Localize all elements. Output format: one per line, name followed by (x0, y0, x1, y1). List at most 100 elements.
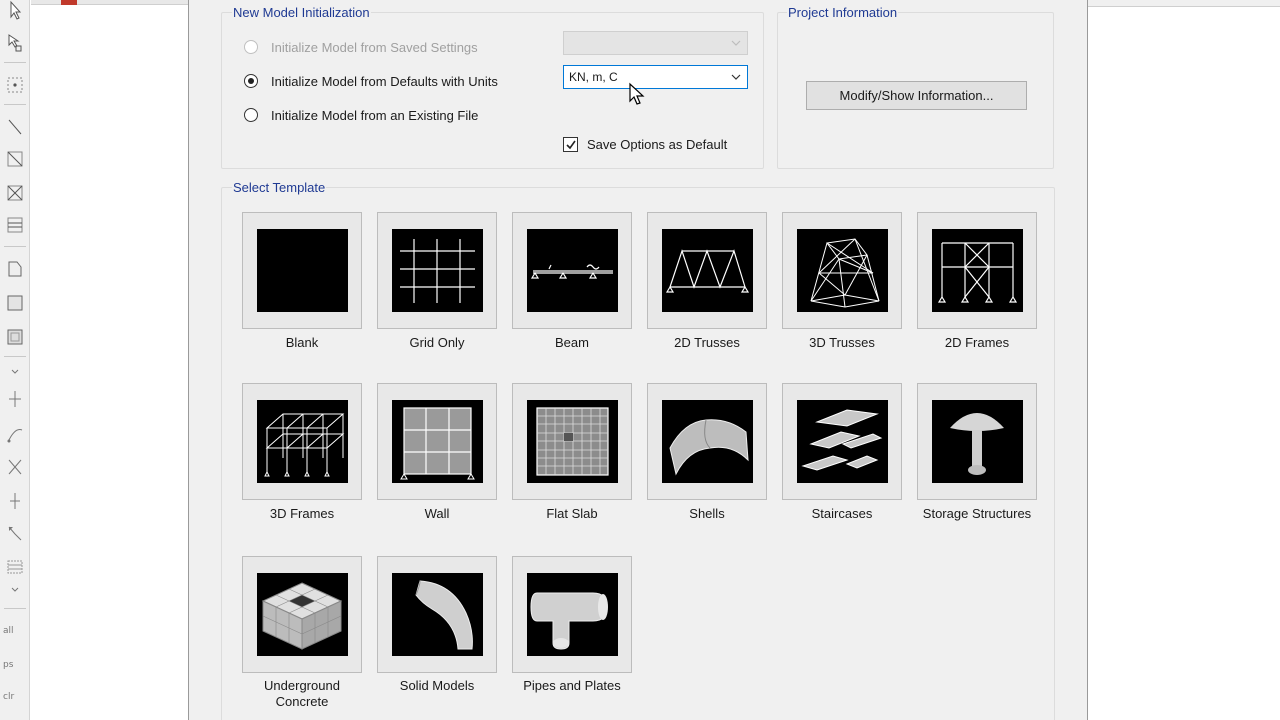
chevron-down-icon (731, 74, 741, 80)
template-label: Grid Only (409, 335, 465, 350)
blank-template-icon (257, 229, 348, 312)
template-label: Staircases (811, 506, 873, 521)
mouse-cursor-icon (629, 82, 645, 105)
combo-value: KN, m, C (569, 70, 618, 84)
template-label: Pipes and Plates (523, 678, 621, 693)
template-label: Solid Models (399, 678, 475, 693)
template-solid-models[interactable] (377, 556, 497, 673)
storage-structures-template-icon (932, 400, 1023, 483)
select-template-title: Select Template (232, 180, 327, 195)
flat-slab-template-icon (527, 400, 618, 483)
draw-secondary-beam-icon[interactable] (5, 214, 25, 236)
template-label: Blank (285, 335, 319, 350)
template-wall[interactable] (377, 383, 497, 500)
draw-section-cut-icon[interactable] (5, 556, 25, 578)
checkmark-icon (566, 140, 576, 150)
pointer-tool-icon[interactable] (5, 0, 25, 22)
save-default-label: Save Options as Default (587, 137, 728, 152)
model-window-left (31, 0, 188, 720)
modify-show-information-button[interactable]: Modify/Show Information... (806, 81, 1027, 110)
quick-draw-area-icon[interactable] (5, 326, 25, 348)
3d-trusses-template-icon (797, 229, 888, 312)
toolbar-separator (4, 608, 26, 609)
radio-existing-file[interactable]: Initialize Model from an Existing File (244, 106, 478, 124)
chevron-down-icon[interactable] (5, 580, 25, 602)
template-staircases[interactable] (782, 383, 902, 500)
3d-frames-template-icon (257, 400, 348, 483)
template-label: Underground Concrete (264, 678, 340, 709)
template-3d-frames[interactable] (242, 383, 362, 500)
underground-concrete-template-icon (257, 573, 348, 656)
pipes-and-plates-template-icon (527, 573, 618, 656)
save-default-checkbox-row[interactable]: Save Options as Default (563, 137, 727, 152)
template-label: Flat Slab (546, 506, 598, 521)
template-label: Storage Structures (922, 506, 1032, 521)
chevron-down-icon[interactable] (5, 362, 25, 384)
saved-settings-combo[interactable] (563, 31, 748, 55)
2d-frames-template-icon (932, 229, 1023, 312)
radio-defaults-with-units[interactable]: Initialize Model from Defaults with Unit… (244, 72, 498, 90)
shells-template-icon (662, 400, 753, 483)
toolbar-separator (4, 246, 26, 247)
template-label: 3D Frames (269, 506, 335, 521)
draw-poly-area-icon[interactable] (5, 258, 25, 280)
template-2d-frames[interactable] (917, 212, 1037, 329)
template-label: Beam (555, 335, 589, 350)
template-label: Shells (689, 506, 725, 521)
new-model-init-title: New Model Initialization (232, 5, 371, 20)
draw-rect-area-icon[interactable] (5, 292, 25, 314)
template-grid-only[interactable] (377, 212, 497, 329)
template-2d-trusses[interactable] (647, 212, 767, 329)
template-label: 2D Frames (944, 335, 1010, 350)
new-model-dialog: New Model Initialization Initialize Mode… (188, 0, 1088, 720)
template-3d-trusses[interactable] (782, 212, 902, 329)
chevron-down-icon (731, 40, 741, 46)
staircases-template-icon (797, 400, 888, 483)
draw-joint-icon[interactable] (5, 74, 25, 96)
template-label: 2D Trusses (674, 335, 740, 350)
wall-template-icon (392, 400, 483, 483)
left-toolbar: all ps clr (0, 0, 30, 720)
draw-solid-icon[interactable] (5, 522, 25, 544)
draw-cross-brace-icon[interactable] (5, 182, 25, 204)
draw-link-icon[interactable] (5, 388, 25, 410)
radio-button[interactable] (244, 108, 258, 122)
project-info-title: Project Information (787, 5, 899, 20)
2d-trusses-template-icon (662, 229, 753, 312)
clear-selection-button[interactable]: clr (3, 692, 14, 702)
radio-label: Initialize Model from Saved Settings (271, 39, 478, 55)
units-combo[interactable]: KN, m, C (563, 65, 748, 89)
save-default-checkbox[interactable] (563, 137, 578, 152)
draw-special-joint-icon[interactable] (5, 456, 25, 478)
template-beam[interactable] (512, 212, 632, 329)
solid-models-template-icon (392, 573, 483, 656)
template-underground-concrete[interactable] (242, 556, 362, 673)
previous-selection-button[interactable]: ps (3, 660, 13, 670)
reshape-tool-icon[interactable] (5, 32, 25, 54)
window-title-strip (31, 0, 188, 5)
radio-button[interactable] (244, 40, 258, 54)
template-blank[interactable] (242, 212, 362, 329)
draw-tendon-icon[interactable] (5, 490, 25, 512)
template-label: 3D Trusses (809, 335, 875, 350)
template-label: Wall (424, 506, 450, 521)
radio-label: Initialize Model from Defaults with Unit… (271, 73, 498, 89)
radio-label: Initialize Model from an Existing File (271, 107, 479, 123)
radio-saved-settings[interactable]: Initialize Model from Saved Settings (244, 38, 478, 56)
template-flat-slab[interactable] (512, 383, 632, 500)
radio-button[interactable] (244, 74, 258, 88)
template-pipes-and-plates[interactable] (512, 556, 632, 673)
select-all-button[interactable]: all (3, 626, 14, 636)
template-shells[interactable] (647, 383, 767, 500)
draw-brace-icon[interactable] (5, 148, 25, 170)
toolbar-separator (4, 356, 26, 357)
app-logo-icon (61, 0, 77, 5)
model-window-right (1088, 0, 1280, 720)
toolbar-separator (4, 62, 26, 63)
draw-cable-icon[interactable] (5, 424, 25, 446)
window-title-strip (1088, 0, 1280, 7)
draw-frame-icon[interactable] (5, 116, 25, 138)
template-storage-structures[interactable] (917, 383, 1037, 500)
grid-only-template-icon (392, 229, 483, 312)
beam-template-icon (527, 229, 618, 312)
